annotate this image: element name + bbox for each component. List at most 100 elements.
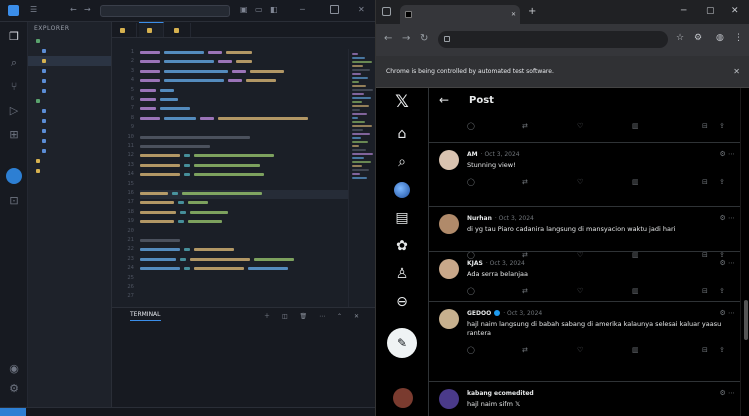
code-line[interactable] [140, 228, 348, 237]
code-line[interactable] [140, 190, 348, 199]
reply-post[interactable]: AM · Oct 3, 2024 ⚙ ⋯ Stunning view! ◯ ⇄ ♡ ▥ ⊟ ⇪ [429, 142, 744, 206]
repost-icon[interactable]: ⇄ [522, 346, 528, 354]
code-line[interactable] [140, 171, 348, 180]
code-line[interactable] [140, 275, 348, 284]
bookmark-star-icon[interactable]: ☆ [676, 33, 684, 43]
code-line[interactable] [140, 237, 348, 246]
reply-more-icon[interactable]: ⚙ ⋯ [719, 309, 735, 317]
forward-icon[interactable]: → [402, 33, 410, 44]
close-icon[interactable]: ✕ [731, 6, 739, 16]
terminal-output[interactable] [112, 322, 375, 416]
maximize-icon[interactable]: ▢ [706, 6, 715, 16]
code-line[interactable] [140, 87, 348, 96]
add-terminal-icon[interactable]: ＋ [264, 313, 270, 320]
reply-avatar[interactable] [439, 150, 459, 170]
reply-author-name[interactable]: AM [467, 151, 478, 158]
code-line[interactable] [140, 124, 348, 133]
run-debug-icon[interactable]: ▷ [7, 104, 21, 118]
back-arrow-icon[interactable]: ← [70, 5, 80, 15]
maximize-icon[interactable] [330, 5, 339, 14]
tree-item[interactable] [28, 166, 111, 176]
reply-more-icon[interactable]: ⚙ ⋯ [719, 389, 735, 397]
compose-post-button[interactable]: ✎ [387, 328, 417, 358]
account-icon[interactable]: ◉ [7, 362, 21, 376]
command-center-search[interactable] [100, 5, 230, 17]
account-avatar[interactable] [393, 388, 413, 408]
repost-icon[interactable]: ⇄ [522, 122, 528, 130]
code-line[interactable] [140, 246, 348, 255]
split-terminal-icon[interactable]: ◫ [282, 313, 288, 320]
profile-icon[interactable]: ◍ [716, 33, 724, 43]
bookmark-icon[interactable]: ⊟ [702, 346, 708, 354]
code-line[interactable] [140, 284, 348, 293]
bookmark-icon[interactable]: ⊟ [702, 287, 708, 295]
explore-search-icon[interactable]: ⌕ [392, 152, 412, 172]
code-line[interactable] [140, 218, 348, 227]
more-options-icon[interactable]: ⊖ [392, 292, 412, 312]
tree-item[interactable] [28, 136, 111, 146]
code-line[interactable] [140, 143, 348, 152]
maximize-panel-icon[interactable]: ⌃ [337, 313, 342, 320]
repost-icon[interactable]: ⇄ [522, 178, 528, 186]
browser-tab[interactable]: ✕ [400, 5, 520, 24]
code-line[interactable] [140, 58, 348, 67]
views-icon[interactable]: ▥ [632, 178, 639, 186]
search-icon[interactable]: ⌕ [7, 56, 21, 70]
code-line[interactable] [140, 77, 348, 86]
minimap[interactable] [348, 49, 375, 307]
close-panel-icon[interactable]: ✕ [354, 313, 359, 320]
repost-icon[interactable]: ⇄ [522, 287, 528, 295]
like-icon[interactable]: ♡ [577, 122, 583, 130]
bookmark-icon[interactable]: ⊟ [702, 178, 708, 186]
messages-icon[interactable]: ▤ [392, 208, 412, 228]
more-icon[interactable]: ⋯ [319, 313, 325, 320]
code-line[interactable] [140, 256, 348, 265]
editor-tab-active[interactable] [139, 22, 165, 37]
code-line[interactable] [140, 134, 348, 143]
copilot-icon[interactable] [6, 168, 22, 184]
reply-icon[interactable]: ◯ [467, 287, 475, 295]
back-arrow-icon[interactable]: ← [439, 93, 449, 107]
reply-post[interactable]: KJAS · Oct 3, 2024 ⚙ ⋯ Ada serra belanjaa ◯ ⇄… [429, 251, 744, 301]
close-tab-icon[interactable]: ✕ [511, 5, 516, 24]
code-line[interactable] [140, 265, 348, 274]
tree-item[interactable] [28, 36, 111, 46]
tab-search-icon[interactable] [382, 7, 391, 16]
close-infobar-icon[interactable]: ✕ [733, 56, 740, 88]
browser-menu-icon[interactable]: ⋮ [734, 33, 743, 43]
extensions-icon[interactable]: ⊞ [7, 128, 21, 142]
share-icon[interactable]: ⇪ [719, 122, 725, 130]
like-icon[interactable]: ♡ [577, 178, 583, 186]
reply-post[interactable]: Nurhan · Oct 3, 2024 ⚙ ⋯ di yg tau Piaro ca… [429, 206, 744, 259]
code-editor[interactable]: 1 2 3 4 5 6 7 8 9 10 11 12 13 14 15 16 17 18 19 20 21 22 23 24 2… [112, 49, 348, 307]
reply-more-icon[interactable]: ⚙ ⋯ [719, 214, 735, 222]
breadcrumb[interactable] [112, 38, 375, 49]
reply-icon[interactable]: ◯ [467, 346, 475, 354]
share-icon[interactable]: ⇪ [719, 346, 725, 354]
bookmark-icon[interactable]: ⊟ [702, 122, 708, 130]
views-icon[interactable]: ▥ [632, 287, 639, 295]
like-icon[interactable]: ♡ [577, 346, 583, 354]
source-control-icon[interactable]: ⑂ [7, 80, 21, 94]
tree-item[interactable] [28, 126, 111, 136]
code-line[interactable] [140, 68, 348, 77]
scrollbar-thumb[interactable] [744, 300, 748, 340]
extensions-icon[interactable]: ⚙ [694, 33, 702, 43]
communities-icon[interactable]: ✿ [392, 236, 412, 256]
minimize-icon[interactable]: ─ [300, 5, 310, 15]
tree-item-selected[interactable] [28, 56, 111, 66]
x-logo-icon[interactable]: 𝕏 [392, 92, 412, 112]
code-line[interactable] [140, 96, 348, 105]
explorer-icon[interactable]: ❐ [7, 30, 21, 44]
hamburger-menu-icon[interactable]: ☰ [30, 5, 40, 15]
reply-avatar[interactable] [439, 309, 459, 329]
tree-item[interactable] [28, 46, 111, 56]
remote-indicator[interactable] [0, 408, 26, 416]
grok-icon[interactable] [394, 182, 410, 198]
tree-item[interactable] [28, 156, 111, 166]
page-scrollbar[interactable] [740, 88, 749, 416]
forward-arrow-icon[interactable]: → [84, 5, 94, 15]
reply-more-icon[interactable]: ⚙ ⋯ [719, 259, 735, 267]
editor-tab[interactable] [112, 23, 137, 37]
reply-icon[interactable]: ◯ [467, 122, 475, 130]
